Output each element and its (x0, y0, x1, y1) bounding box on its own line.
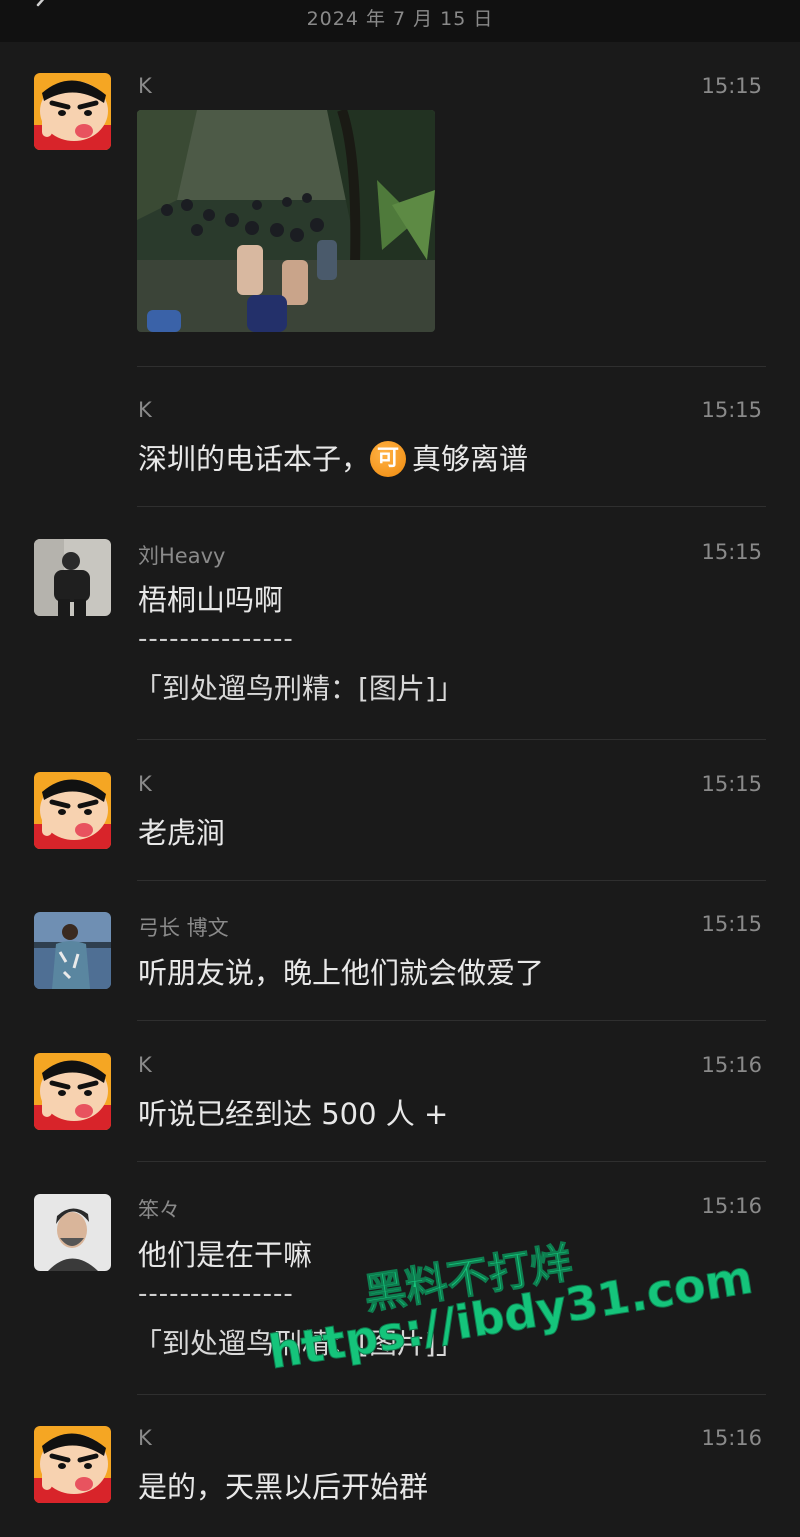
crowd-photo-image (137, 110, 435, 332)
message-divider (137, 1394, 766, 1395)
message-time: 15:16 (701, 1053, 762, 1077)
message-divider (137, 1020, 766, 1021)
quoted-message[interactable]: 「到处遛鸟刑精：[图片]」 (134, 667, 464, 707)
message-text[interactable]: 是的，天黑以后开始群 (138, 1464, 428, 1506)
message-text[interactable]: 听说已经到达 500 人 + (138, 1091, 448, 1133)
avatar-ben[interactable] (34, 1194, 111, 1271)
quote-separator: --------------- (138, 624, 294, 654)
person-illustration-avatar-icon (34, 1194, 111, 1271)
message-time: 15:15 (701, 74, 762, 98)
shinchan-avatar-icon (34, 1426, 111, 1503)
message-text[interactable]: 深圳的电话本子，可真够离谱 (138, 436, 528, 481)
message-divider (137, 739, 766, 740)
sender-name: K (138, 74, 152, 98)
message-divider (137, 506, 766, 507)
avatar-k[interactable] (34, 1426, 111, 1503)
message-time: 15:16 (701, 1426, 762, 1450)
sender-name: K (138, 772, 152, 796)
message-time: 15:15 (701, 772, 762, 796)
message-time: 15:15 (701, 540, 762, 564)
avatar-liu-heavy[interactable] (34, 539, 111, 616)
message-divider (137, 880, 766, 881)
message-text[interactable]: 梧桐山吗啊 (138, 577, 283, 619)
message-time: 15:15 (701, 398, 762, 422)
sender-name: 刘Heavy (138, 544, 226, 568)
avatar-k[interactable] (34, 772, 111, 849)
message-divider (137, 366, 766, 367)
date-header: 2024 年 7 月 15 日 (306, 8, 494, 30)
message-text-part: 真够离谱 (412, 442, 529, 476)
watermark: 黑料不打烊 https://ibdy31.com (240, 1164, 780, 1413)
person-photo-avatar-icon (34, 912, 111, 989)
top-bar: 2024 年 7 月 15 日 (0, 0, 800, 42)
sender-name: K (138, 398, 152, 422)
sender-name: K (138, 1053, 152, 1077)
ke-emoji-icon: 可 (370, 441, 407, 477)
message-time: 15:15 (701, 912, 762, 936)
person-photo-avatar-icon (34, 539, 111, 616)
message-text-part: 深圳的电话本子， (138, 442, 371, 476)
sender-name: 笨々 (138, 1198, 180, 1222)
message-divider (137, 1161, 766, 1162)
message-text[interactable]: 老虎涧 (138, 810, 225, 852)
avatar-k[interactable] (34, 73, 111, 150)
shinchan-avatar-icon (34, 772, 111, 849)
message-photo[interactable] (137, 110, 435, 332)
sender-name: K (138, 1426, 152, 1450)
shinchan-avatar-icon (34, 1053, 111, 1130)
avatar-zhang-bowen[interactable] (34, 912, 111, 989)
message-text[interactable]: 听朋友说，晚上他们就会做爱了 (138, 950, 544, 992)
sender-name: 弓长 博文 (138, 916, 229, 940)
shinchan-avatar-icon (34, 73, 111, 150)
avatar-k[interactable] (34, 1053, 111, 1130)
